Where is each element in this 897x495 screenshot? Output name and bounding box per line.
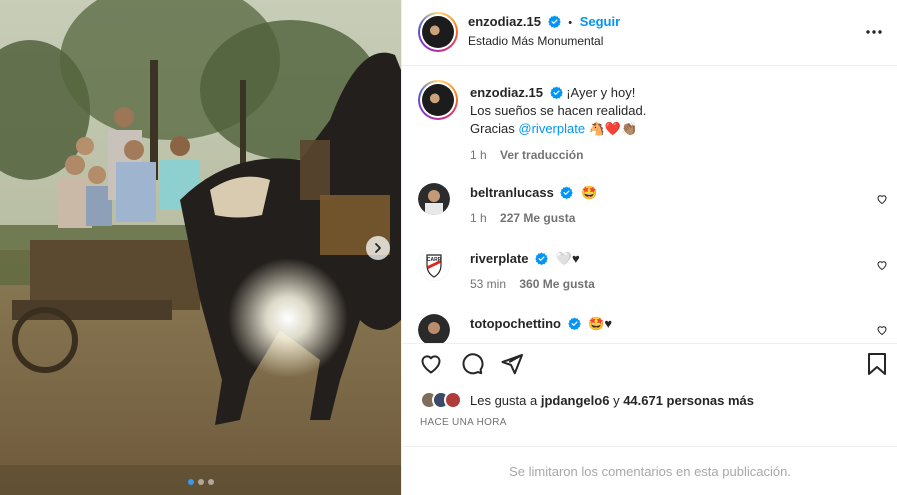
photo-image [0, 0, 401, 495]
author-avatar[interactable] [418, 12, 458, 52]
verified-badge-icon [560, 186, 574, 199]
like-comment-heart-icon[interactable] [876, 259, 888, 271]
comment-time[interactable]: 53 min [470, 277, 506, 291]
like-comment-heart-icon[interactable] [876, 193, 888, 205]
more-options-icon[interactable] [864, 22, 884, 42]
liker-avatar[interactable] [444, 391, 462, 409]
save-bookmark-icon[interactable] [866, 352, 888, 376]
comment-likes[interactable]: 360 Me gusta [519, 277, 594, 291]
caption-line: Los sueños se hacen realidad. [470, 103, 647, 118]
liker-username[interactable]: jpdangelo6 [541, 393, 610, 408]
comment-username[interactable]: beltranlucass [470, 185, 554, 200]
post-actions-bar [402, 343, 897, 381]
follow-button[interactable]: Seguir [580, 14, 620, 29]
svg-text:CARP: CARP [427, 257, 442, 263]
carousel-dot [198, 479, 204, 485]
comment-text: 🤩 [581, 185, 598, 200]
caption-line: Gracias [470, 121, 519, 136]
post-location[interactable]: Estadio Más Monumental [468, 34, 620, 48]
likes-summary: Les gusta a jpdangelo6 y 44.671 personas… [420, 391, 754, 409]
comment-time[interactable]: 1 h [470, 211, 487, 225]
caption-author-avatar[interactable] [418, 80, 458, 120]
comment-bubble-icon[interactable] [460, 352, 484, 376]
comment-meta: 1 h 227 Me gusta [470, 211, 597, 225]
post-details-panel: enzodiaz.15 • Seguir Estadio Más Monumen… [401, 0, 897, 495]
comment-item: totopochettino 🤩♥ [418, 314, 888, 343]
comment-username[interactable]: totopochettino [470, 316, 561, 331]
comment-avatar[interactable] [418, 183, 450, 215]
comment-body: totopochettino 🤩♥ [470, 316, 612, 332]
verified-badge-icon [567, 317, 581, 330]
post-view: enzodiaz.15 • Seguir Estadio Más Monumen… [0, 0, 897, 495]
likes-text: Les gusta a jpdangelo6 y 44.671 personas… [470, 393, 754, 408]
comments-limited-notice: Se limitaron los comentarios en esta pub… [402, 446, 897, 495]
comment-meta: 53 min 360 Me gusta [470, 277, 595, 291]
verified-badge-icon [535, 252, 548, 265]
comment-body: riverplate 🤍♥ 53 min 360 Me gusta [470, 251, 595, 291]
caption-emojis: 🐴❤️👏🏽 [588, 121, 638, 136]
comment-likes[interactable]: 227 Me gusta [500, 211, 575, 225]
comment-avatar[interactable]: CARP [418, 249, 450, 281]
caption-username[interactable]: enzodiaz.15 [470, 85, 543, 100]
share-send-icon[interactable] [500, 352, 524, 376]
caption-time[interactable]: 1 h [470, 148, 487, 162]
carousel-indicator [188, 479, 214, 485]
next-slide-button[interactable] [366, 236, 390, 260]
verified-badge-icon [549, 86, 563, 99]
comment-text: 🤍♥ [555, 251, 580, 266]
post-photo[interactable] [0, 0, 401, 495]
likes-count[interactable]: 44.671 personas más [623, 393, 754, 408]
likes-prefix: Les gusta a [470, 392, 541, 408]
comment-text: 🤩♥ [588, 316, 613, 331]
verified-badge-icon [547, 15, 561, 28]
caption-text: enzodiaz.15 ¡Ayer y hoy! Los sueños se h… [470, 84, 870, 164]
carousel-dot [188, 479, 194, 485]
carousel-dot [208, 479, 214, 485]
chevron-right-icon [375, 243, 381, 253]
caption-line: ¡Ayer y hoy! [566, 85, 636, 100]
like-heart-icon[interactable] [419, 352, 443, 376]
caption-meta: 1 h Ver traducción [470, 146, 870, 164]
like-comment-heart-icon[interactable] [876, 324, 888, 336]
comment-avatar[interactable] [418, 314, 450, 343]
comment-body: beltranlucass 🤩 1 h 227 Me gusta [470, 185, 597, 225]
author-username[interactable]: enzodiaz.15 [468, 14, 541, 29]
likes-middle: y [609, 392, 624, 408]
post-header: enzodiaz.15 • Seguir Estadio Más Monumen… [402, 0, 897, 66]
mention-link[interactable]: @riverplate [518, 121, 585, 136]
comment-username[interactable]: riverplate [470, 251, 529, 266]
separator-dot: • [568, 17, 573, 29]
post-timestamp[interactable]: HACE UNA HORA [420, 417, 507, 428]
translate-link[interactable]: Ver traducción [500, 148, 583, 162]
author-info: enzodiaz.15 • Seguir Estadio Más Monumen… [468, 14, 620, 48]
